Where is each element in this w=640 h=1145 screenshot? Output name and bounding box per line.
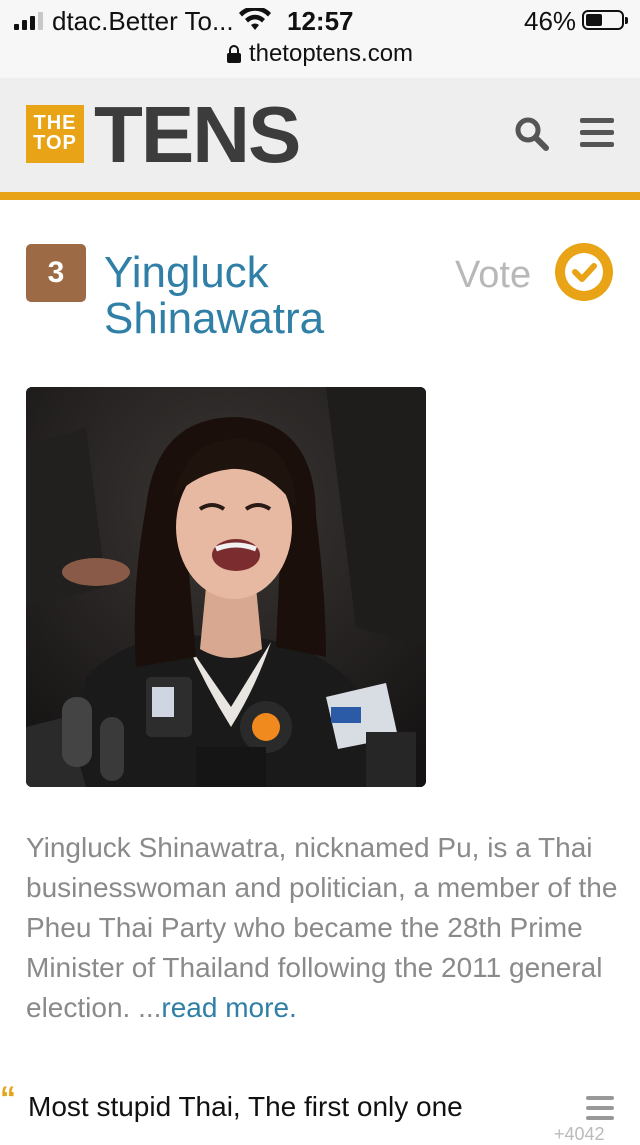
logo-line-the: THE <box>33 112 77 134</box>
lock-icon <box>226 45 241 63</box>
site-logo-text[interactable]: TENS <box>94 95 301 175</box>
url-text: thetoptens.com <box>248 40 414 67</box>
vote-button[interactable] <box>555 243 613 301</box>
item-title[interactable]: Yingluck Shinawatra <box>104 250 444 342</box>
search-icon[interactable] <box>514 116 550 152</box>
site-logo-box[interactable]: THE TOP <box>26 105 84 163</box>
portrait-image <box>26 387 426 787</box>
description-text: Yingluck Shinawatra, nicknamed Pu, is a … <box>26 832 618 1023</box>
carrier-name: dtac.Better To... <box>52 6 234 36</box>
address-bar[interactable]: thetoptens.com <box>0 40 640 68</box>
site-header: THE TOP TENS <box>0 78 640 200</box>
vote-label[interactable]: Vote <box>455 254 531 297</box>
read-more-link[interactable]: read more <box>161 992 289 1023</box>
status-bar: dtac.Better To... 12:57 46% thetoptens.c… <box>0 0 640 78</box>
item-description: Yingluck Shinawatra, nicknamed Pu, is a … <box>26 828 620 1028</box>
battery-percent: 46% <box>524 6 577 36</box>
menu-icon[interactable] <box>580 118 614 154</box>
quote-icon: “ <box>0 1080 16 1116</box>
comment-text: Most stupid Thai, The first only one <box>28 1091 463 1122</box>
read-more-period: . <box>289 992 297 1023</box>
clock: 12:57 <box>287 6 354 36</box>
logo-line-top: TOP <box>33 132 77 154</box>
wifi-icon <box>239 8 271 30</box>
checkmark-icon <box>565 253 603 291</box>
comment-menu-icon[interactable] <box>586 1096 614 1126</box>
rank-badge: 3 <box>26 244 86 302</box>
comment-score: +4042 <box>554 1124 605 1144</box>
signal-icon <box>14 12 43 30</box>
item-photo[interactable] <box>26 387 426 787</box>
battery-icon <box>582 10 628 30</box>
